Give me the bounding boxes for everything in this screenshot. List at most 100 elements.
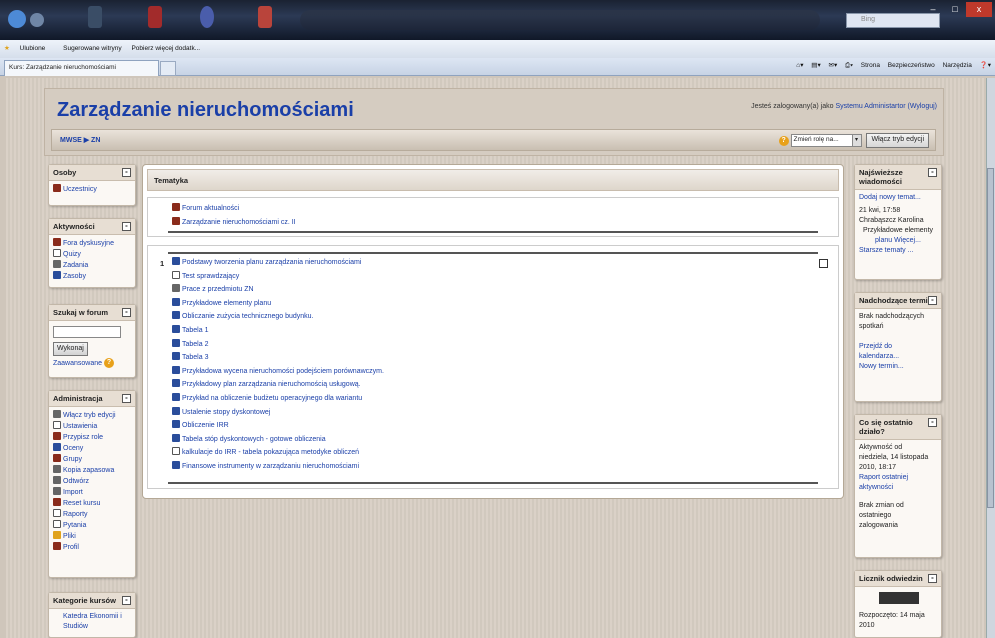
toolbar-icon[interactable]: [200, 6, 214, 28]
topic-item[interactable]: Tabela 3: [172, 351, 384, 365]
collapse-icon[interactable]: -: [122, 596, 131, 605]
topic-item[interactable]: Forum aktualności: [172, 202, 296, 216]
topic-item[interactable]: Przykład na obliczenie budżetu operacyjn…: [172, 392, 384, 406]
calendar-link[interactable]: Przejdź do: [859, 342, 937, 352]
home-icon[interactable]: ⌂▾: [796, 62, 803, 69]
topic-item[interactable]: Obliczenie IRR: [172, 419, 384, 433]
highlight-checkbox[interactable]: [819, 259, 828, 268]
address-bar[interactable]: [300, 10, 820, 30]
login-info: Jesteś zalogowany(a) jako Systemu Admini…: [751, 103, 937, 110]
maximize-button[interactable]: □: [944, 2, 966, 17]
collapse-icon[interactable]: -: [928, 168, 937, 177]
topic-item[interactable]: Ustalenie stopy dyskontowej: [172, 406, 384, 420]
collapse-icon[interactable]: -: [122, 168, 131, 177]
toolbar-icon[interactable]: [148, 6, 162, 28]
vertical-scrollbar[interactable]: [986, 78, 995, 638]
menu-tools[interactable]: Narzędzia: [943, 62, 972, 69]
toolbar-icon[interactable]: [88, 6, 102, 28]
activity-report-link[interactable]: aktywności: [859, 483, 937, 493]
scrollbar-thumb[interactable]: [987, 168, 994, 508]
topic-item[interactable]: Prace z przedmiotu ZN: [172, 283, 384, 297]
browser-tab[interactable]: Kurs: Zarządzanie nieruchomościami: [4, 60, 159, 76]
category-link[interactable]: Katedra Ekonomii i: [63, 612, 131, 622]
menu-security[interactable]: Bezpieczeństwo: [888, 62, 935, 69]
admin-settings-link[interactable]: Ustawienia: [53, 421, 131, 432]
topic-item[interactable]: Przykładowy plan zarządzania nieruchomoś…: [172, 378, 384, 392]
admin-reset-link[interactable]: Reset kursu: [53, 498, 131, 509]
topic-item[interactable]: Tabela stóp dyskontowych - gotowe oblicz…: [172, 433, 384, 447]
news-author: Chrabąszcz Karolina: [859, 217, 924, 224]
help-icon[interactable]: ?: [778, 135, 789, 146]
older-topics-link[interactable]: Starsze tematy ...: [859, 246, 937, 256]
topic-item[interactable]: Podstawy tworzenia planu zarządzania nie…: [172, 256, 384, 270]
toolbar-icon[interactable]: [258, 6, 272, 28]
breadcrumb[interactable]: MWSE ▶ ZN: [60, 136, 100, 144]
collapse-icon[interactable]: -: [122, 308, 131, 317]
admin-files-link[interactable]: Pliki: [53, 531, 131, 542]
calendar-link[interactable]: kalendarza...: [859, 352, 937, 362]
forum-search-input[interactable]: [53, 326, 121, 338]
chevron-down-icon[interactable]: ▾: [851, 134, 862, 147]
get-more-addons-link[interactable]: Pobierz więcej dodatk...: [131, 45, 200, 52]
favorites-button[interactable]: ★ Ulubione: [4, 45, 53, 52]
category-link[interactable]: Studiów: [63, 622, 131, 632]
admin-profile-link[interactable]: Profil: [53, 542, 131, 553]
activity-report-link[interactable]: Raport ostatniej: [859, 473, 937, 483]
collapse-icon[interactable]: -: [928, 418, 937, 427]
add-topic-link[interactable]: Dodaj nowy temat...: [859, 193, 937, 203]
logout-link[interactable]: (Wyloguj): [908, 103, 938, 110]
quizzes-link[interactable]: Quizy: [53, 249, 131, 260]
admin-roles-link[interactable]: Przypisz role: [53, 432, 131, 443]
admin-questions-link[interactable]: Pytania: [53, 520, 131, 531]
topic-item[interactable]: Przykładowe elementy planu: [172, 297, 384, 311]
admin-groups-link[interactable]: Grupy: [53, 454, 131, 465]
collapse-icon[interactable]: -: [122, 394, 131, 403]
tab-bar: Kurs: Zarządzanie nieruchomościami ⌂▾ ▤▾…: [0, 58, 995, 76]
advanced-search-link[interactable]: Zaawansowane ?: [53, 358, 131, 369]
participants-link[interactable]: Uczestnicy: [53, 184, 131, 195]
forward-button[interactable]: [30, 13, 44, 27]
topic-item[interactable]: Obliczanie zużycia technicznego budynku.: [172, 310, 384, 324]
forums-link[interactable]: Fora dyskusyjne: [53, 238, 131, 249]
resources-link[interactable]: Zasoby: [53, 271, 131, 282]
favorites-label: Ulubione: [19, 45, 46, 52]
help-icon[interactable]: ❓▾: [980, 62, 991, 69]
print-icon[interactable]: ⎙▾: [845, 62, 853, 69]
admin-restore-link[interactable]: Odtwórz: [53, 476, 131, 487]
counter-display: [879, 592, 919, 604]
help-icon[interactable]: ?: [103, 358, 114, 368]
activity-since: 2010, 18:17: [859, 464, 896, 471]
topic-item[interactable]: kalkulacje do IRR - tabela pokazująca me…: [172, 446, 384, 460]
collapse-icon[interactable]: -: [122, 222, 131, 231]
topic-item[interactable]: Tabela 1: [172, 324, 384, 338]
minimize-button[interactable]: –: [922, 2, 944, 17]
mail-icon[interactable]: ✉▾: [829, 62, 838, 69]
admin-grades-link[interactable]: Oceny: [53, 443, 131, 454]
role-select[interactable]: Zmień rolę na...: [790, 134, 855, 147]
topic-item[interactable]: Finansowe instrumenty w zarządzaniu nier…: [172, 460, 384, 474]
admin-edit-link[interactable]: Włącz tryb edycji: [53, 410, 131, 421]
collapse-icon[interactable]: -: [928, 574, 937, 583]
suggested-sites-link[interactable]: Sugerowane witryny: [63, 45, 122, 52]
menu-page[interactable]: Strona: [861, 62, 880, 69]
new-tab-button[interactable]: [160, 61, 176, 76]
resource-icon: [172, 297, 180, 306]
collapse-icon[interactable]: -: [928, 296, 937, 305]
admin-import-link[interactable]: Import: [53, 487, 131, 498]
close-button[interactable]: x: [966, 2, 992, 17]
topic-item[interactable]: Przykładowa wycena nieruchomości podejśc…: [172, 365, 384, 379]
topic-item[interactable]: Test sprawdzający: [172, 270, 384, 284]
admin-reports-link[interactable]: Raporty: [53, 509, 131, 520]
topic-item[interactable]: Tabela 2: [172, 338, 384, 352]
new-event-link[interactable]: Nowy termin...: [859, 362, 937, 372]
news-more-link[interactable]: planu Więcej...: [859, 236, 937, 246]
admin-backup-link[interactable]: Kopia zapasowa: [53, 465, 131, 476]
edit-mode-button[interactable]: Włącz tryb edycji: [866, 133, 929, 148]
link-label: Raporty: [63, 511, 88, 518]
topic-item[interactable]: Zarządzanie nieruchomościami cz. II: [172, 216, 296, 230]
assignments-link[interactable]: Zadania: [53, 260, 131, 271]
feeds-icon[interactable]: ▤▾: [811, 62, 820, 69]
back-button[interactable]: [8, 10, 26, 28]
search-submit-button[interactable]: Wykonaj: [53, 342, 88, 356]
user-link[interactable]: Systemu Administartor: [836, 103, 906, 110]
